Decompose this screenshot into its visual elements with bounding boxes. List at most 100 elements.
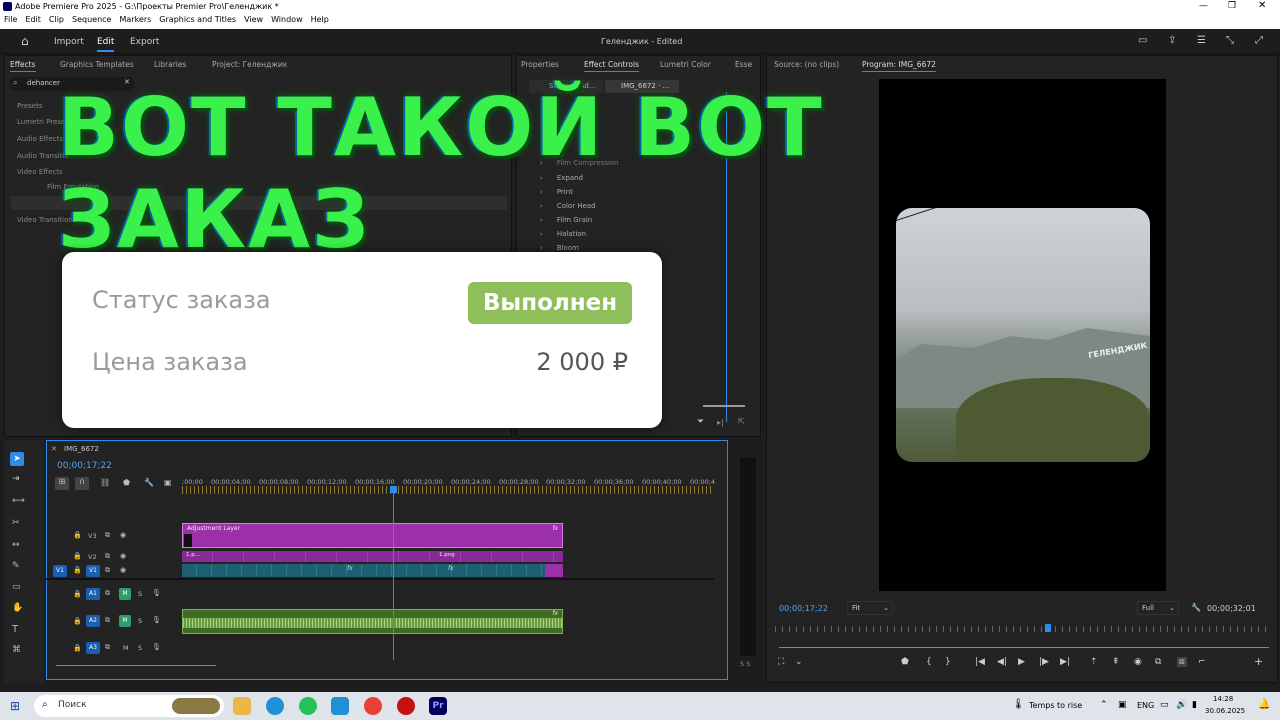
a2-audio-clip[interactable]: fx — [182, 609, 563, 634]
app-icon[interactable] — [331, 697, 349, 715]
import-button[interactable]: Import — [54, 37, 84, 47]
settings-wrench-icon[interactable]: 🔧 — [144, 478, 154, 487]
lock-icon[interactable]: 🔒 — [73, 566, 82, 574]
compare-icon[interactable]: ⧉ — [1155, 657, 1161, 667]
menu-file[interactable]: File — [0, 14, 21, 24]
tree-video-effects[interactable]: Video Effects — [17, 168, 63, 176]
snap-icon[interactable]: ∩ — [75, 477, 89, 490]
tab-properties[interactable]: Properties — [521, 60, 559, 69]
track-target-a1[interactable]: A1 — [86, 588, 100, 600]
solo-a2-button[interactable]: S — [138, 617, 142, 625]
settings-icon[interactable]: 🔧 — [1191, 603, 1201, 612]
lock-icon[interactable]: 🔒 — [73, 552, 82, 560]
eye-icon[interactable]: ◉ — [120, 566, 126, 574]
mark-in-icon[interactable]: { — [926, 657, 932, 667]
maximize-icon[interactable]: ❐ — [1228, 1, 1236, 11]
network-icon[interactable]: ▭ — [1160, 700, 1169, 710]
add-marker-icon[interactable]: ⬟ — [901, 657, 909, 667]
notifications-icon[interactable]: 🔔 — [1258, 699, 1270, 710]
nest-toggle-icon[interactable]: ⊞ — [55, 477, 69, 490]
timeline-ruler[interactable] — [182, 486, 712, 494]
microphone-icon[interactable]: 🎙 — [152, 616, 161, 624]
track-select-icon[interactable]: ⇥ — [12, 474, 20, 484]
eye-icon[interactable]: ◉ — [120, 552, 126, 560]
program-playhead[interactable] — [1045, 624, 1051, 632]
tray-chevron-icon[interactable]: ⌃ — [1100, 700, 1108, 710]
timeline-playhead[interactable] — [393, 486, 394, 660]
file-explorer-icon[interactable] — [233, 697, 251, 715]
shrink-icon[interactable]: ⤡ — [1226, 35, 1234, 46]
menu-view[interactable]: View — [240, 14, 267, 24]
filter-icon[interactable]: ⏷ — [697, 417, 704, 427]
tab-program-monitor[interactable]: Program: IMG_6672 — [862, 60, 936, 72]
proxy-icon[interactable]: ⧈ — [1177, 657, 1187, 667]
weather-icon[interactable]: 🌡 — [1012, 699, 1025, 710]
lock-icon[interactable]: 🔒 — [73, 644, 82, 652]
close-icon[interactable]: ✕ — [1258, 0, 1266, 11]
track-target-a3[interactable]: A3 — [86, 642, 100, 654]
v1-clips[interactable]: fx fx — [182, 564, 545, 577]
lang-indicator[interactable]: ENG — [1137, 701, 1154, 710]
clock-date[interactable]: 30.06.2025 — [1205, 707, 1245, 715]
menu-edit[interactable]: Edit — [21, 14, 45, 24]
tab-libraries[interactable]: Libraries — [154, 60, 186, 69]
sync-lock-icon[interactable]: ⧉ — [105, 589, 110, 598]
taskbar-search[interactable]: ⌕ Поиск — [34, 695, 224, 717]
tray-icon[interactable]: ▣ — [1118, 700, 1127, 710]
program-ruler[interactable] — [775, 626, 1271, 632]
track-target-v1[interactable]: V1 — [86, 565, 100, 577]
v2-clips[interactable]: 1.p... 1.png — [182, 551, 563, 562]
share-icon[interactable]: ⇪ — [1168, 35, 1176, 46]
chevron-down-icon[interactable]: ⌄ — [795, 657, 803, 667]
rectangle-icon[interactable]: ▭ — [12, 582, 21, 592]
timeline-timecode[interactable]: 00;00;17;22 — [57, 461, 112, 471]
edit-button[interactable]: Edit — [97, 37, 115, 52]
source-patch-v1[interactable]: V1 — [53, 565, 67, 577]
sync-lock-icon[interactable]: ⧉ — [105, 566, 110, 575]
tab-effect-controls[interactable]: Effect Controls — [584, 60, 639, 72]
lock-icon[interactable]: 🔒 — [73, 531, 82, 539]
play-only-icon[interactable]: ▸| — [717, 418, 724, 427]
slip-icon[interactable]: ↔ — [12, 540, 20, 550]
selection-tool-icon[interactable]: ➤ — [10, 452, 24, 466]
timeline-zoom-scroll[interactable] — [56, 665, 216, 666]
sequence-tab[interactable]: IMG_6672 — [64, 445, 99, 453]
menu-sequence[interactable]: Sequence — [68, 14, 115, 24]
track-target-a2[interactable]: A2 — [86, 615, 100, 627]
ec-zoom-scrollbar[interactable] — [703, 405, 745, 413]
export-button[interactable]: Export — [130, 37, 159, 47]
recorder-icon[interactable] — [397, 697, 415, 715]
tab-essential[interactable]: Esse — [735, 60, 752, 69]
mute-a3-button[interactable]: M — [123, 644, 129, 652]
whatsapp-icon[interactable] — [299, 697, 317, 715]
sync-lock-icon[interactable]: ⧉ — [105, 552, 110, 561]
extract-icon[interactable]: ⇞ — [1112, 657, 1120, 667]
v1-end-clip[interactable] — [545, 564, 563, 577]
add-marker-icon[interactable]: ⬟ — [123, 478, 130, 487]
fullscreen-icon[interactable]: ⤢ — [1255, 35, 1263, 46]
step-forward-icon[interactable]: |▶ — [1039, 657, 1049, 667]
razor-icon[interactable]: ✂ — [12, 518, 20, 528]
solo-a3-button[interactable]: S — [138, 644, 142, 652]
mute-a2-button[interactable]: M — [119, 615, 131, 627]
play-icon[interactable]: ▶ — [1018, 657, 1025, 667]
sync-lock-icon[interactable]: ⧉ — [105, 643, 110, 652]
go-to-in-icon[interactable]: |◀ — [975, 657, 985, 667]
safe-margins-icon[interactable]: ⛶ — [778, 657, 784, 667]
minimize-icon[interactable]: — — [1199, 1, 1208, 11]
step-back-icon[interactable]: ◀| — [997, 657, 1007, 667]
type-tool-icon[interactable]: T — [12, 624, 18, 635]
tab-effects[interactable]: Effects — [10, 60, 36, 72]
tree-presets[interactable]: Presets — [17, 102, 42, 110]
sync-lock-icon[interactable]: ⧉ — [105, 616, 110, 625]
ripple-edit-icon[interactable]: ⟷ — [12, 496, 25, 506]
quality-select[interactable]: Full ⌄ — [1137, 601, 1179, 615]
camera-icon[interactable]: ◉ — [1134, 657, 1142, 667]
workspace-icon[interactable]: ▭ — [1138, 35, 1147, 46]
menu-window[interactable]: Window — [267, 14, 307, 24]
weather-text[interactable]: Temps to rise — [1029, 701, 1082, 710]
premiere-taskbar-icon[interactable]: Pr — [429, 697, 447, 715]
lock-icon[interactable]: 🔒 — [73, 590, 82, 598]
edge-icon[interactable] — [266, 697, 284, 715]
tree-audio-effects[interactable]: Audio Effects — [17, 135, 63, 143]
